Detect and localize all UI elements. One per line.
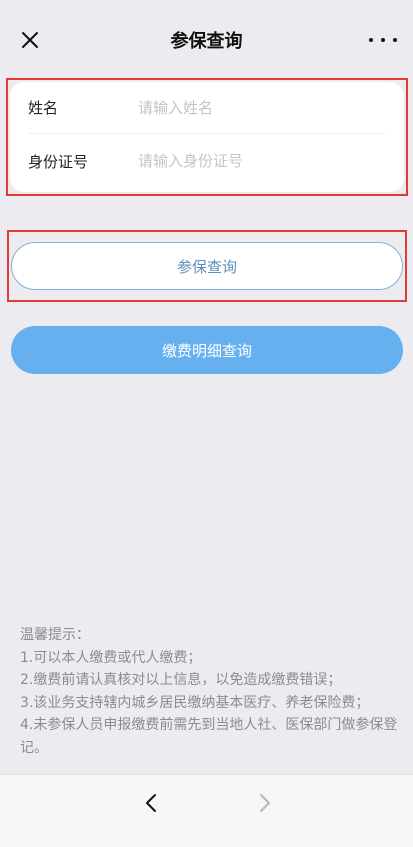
tip-item: 3.该业务支持辖内城乡居民缴纳基本医疗、养老保险费； (20, 694, 370, 711)
more-icon[interactable] (369, 28, 397, 52)
name-row: 姓名 (28, 82, 386, 134)
header: 参保查询 (0, 0, 413, 80)
id-number-row: 身份证号 (28, 135, 386, 187)
payment-detail-query-button[interactable]: 缴费明细查询 (11, 326, 403, 374)
name-label: 姓名 (28, 99, 59, 117)
tip-item: 2.缴费前请认真核对以上信息，以免造成缴费错误； (20, 672, 342, 688)
id-number-input[interactable] (138, 152, 386, 170)
more-dot (393, 38, 397, 42)
page: 参保查询 姓名 身份证号 参保查询 缴费明细查询 温馨提示： 1.可以本人缴费或… (0, 0, 413, 847)
tips-section: 温馨提示： 1.可以本人缴费或代人缴费； 2.缴费前请认真核对以上信息，以免造成… (20, 624, 410, 759)
tips-title: 温馨提示： (20, 627, 90, 643)
insurance-query-button[interactable]: 参保查询 (11, 242, 403, 290)
page-title: 参保查询 (170, 31, 243, 52)
id-number-label: 身份证号 (28, 152, 89, 171)
chevron-left-icon[interactable] (140, 791, 164, 815)
tip-item: 4.未参保人员申报缴费前需先到当地人社、医保部门做参保登记。 (20, 717, 398, 756)
tip-item: 1.可以本人缴费或代人缴费； (20, 649, 202, 666)
more-dot (369, 38, 373, 42)
more-dot (381, 38, 385, 42)
bottom-nav-bar (0, 774, 413, 847)
chevron-right-icon[interactable] (252, 791, 276, 815)
form-card: 姓名 身份证号 (10, 82, 404, 192)
name-input[interactable] (138, 98, 386, 117)
close-icon[interactable] (18, 28, 42, 52)
